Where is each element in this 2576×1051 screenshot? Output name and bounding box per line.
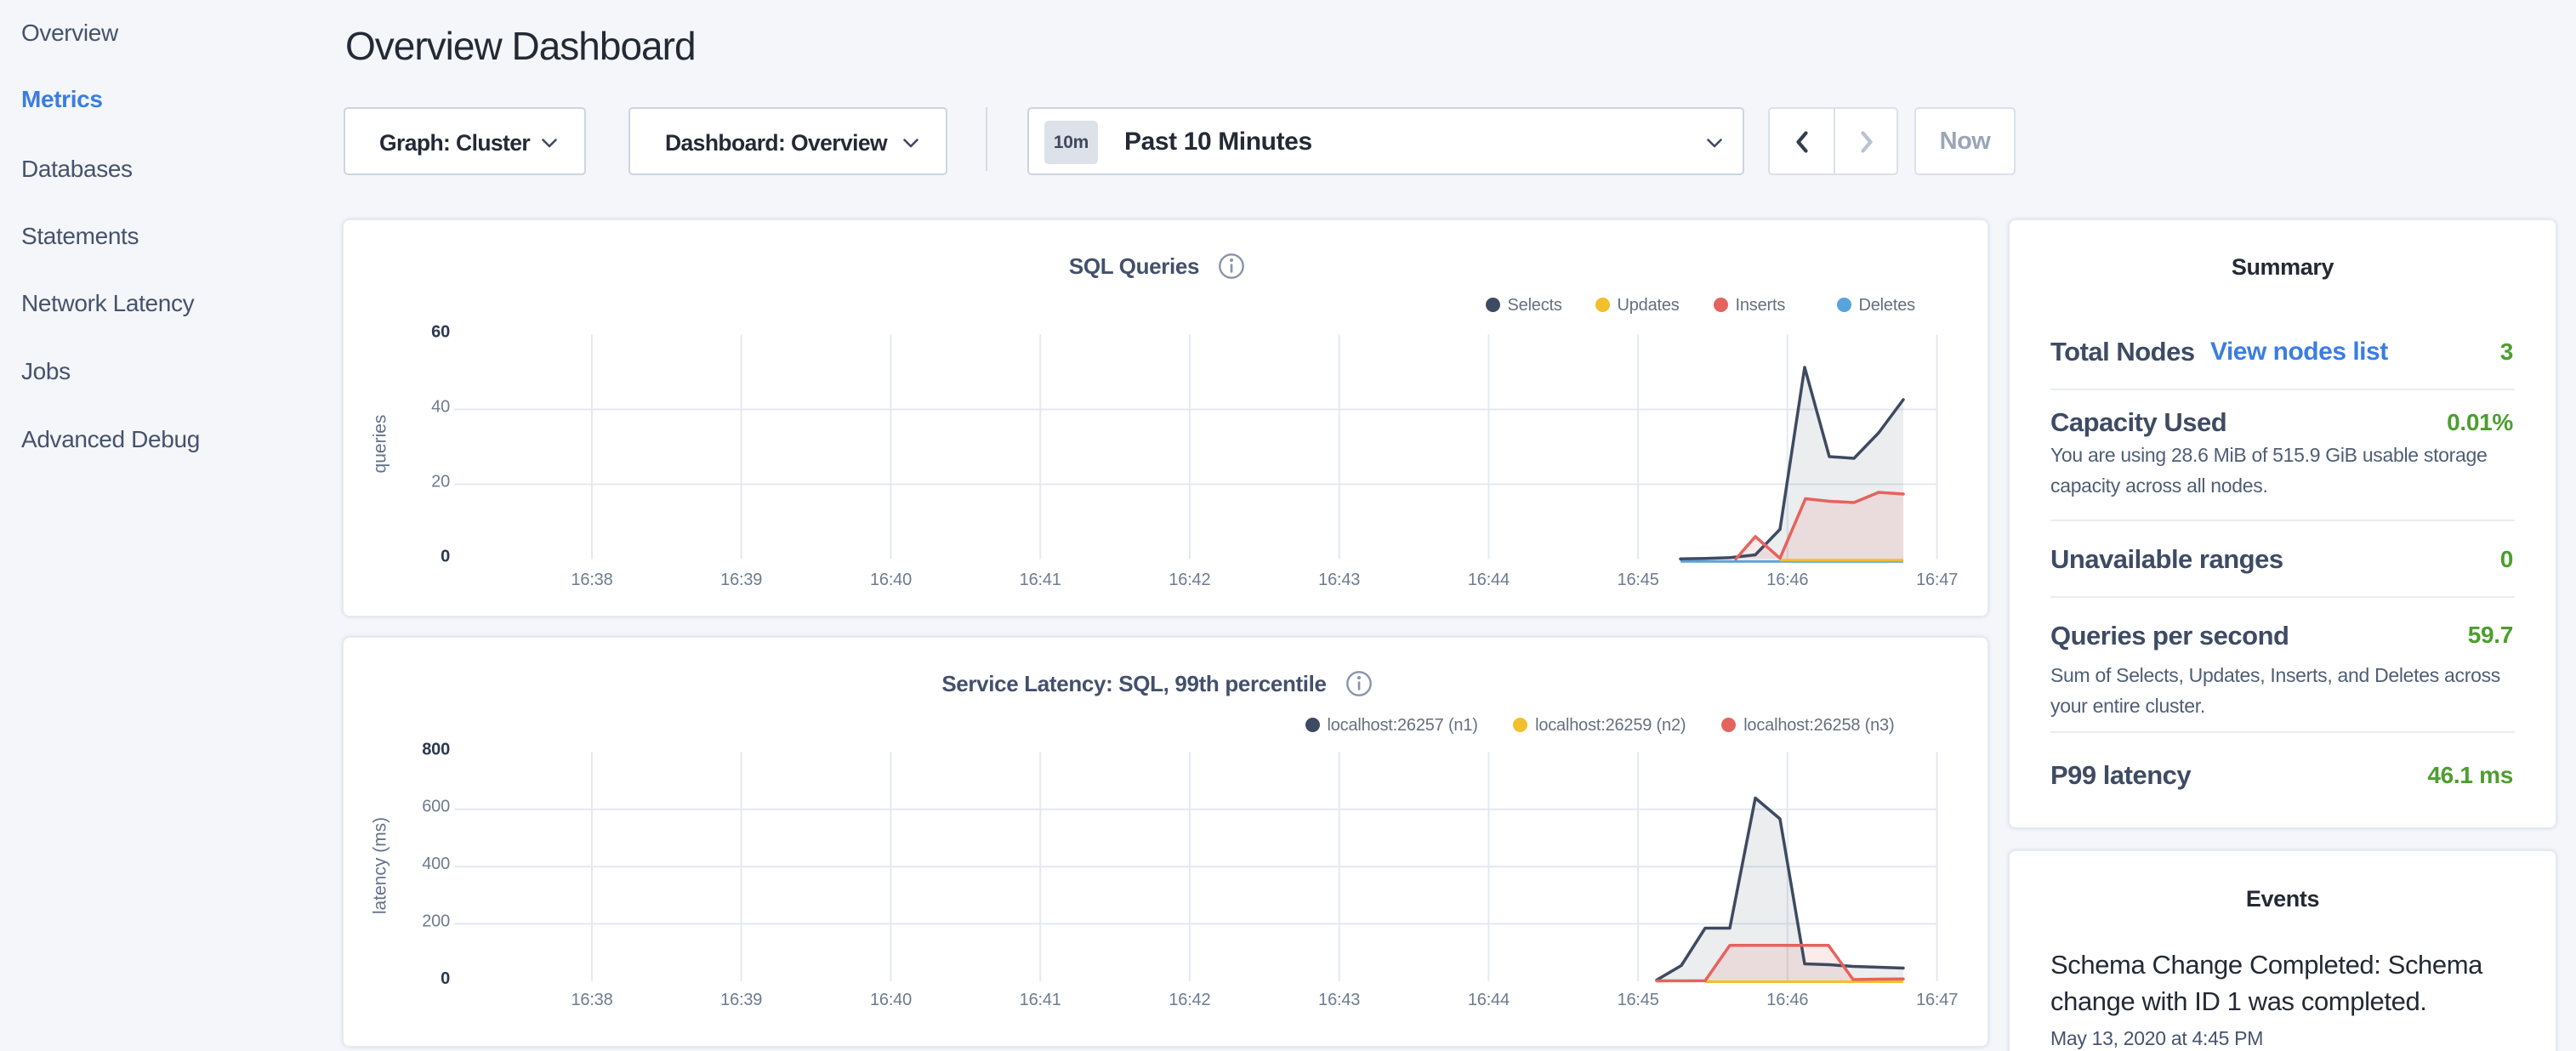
svg-text:60: 60: [431, 323, 450, 342]
svg-text:16:41: 16:41: [1020, 991, 1061, 1009]
svg-text:16:40: 16:40: [870, 991, 912, 1009]
svg-text:16:43: 16:43: [1318, 991, 1360, 1009]
svg-text:0: 0: [441, 548, 450, 566]
svg-text:16:47: 16:47: [1916, 991, 1958, 1009]
svg-text:16:42: 16:42: [1169, 991, 1210, 1009]
svg-text:16:39: 16:39: [720, 991, 762, 1009]
svg-text:16:38: 16:38: [571, 571, 612, 589]
svg-text:16:44: 16:44: [1468, 571, 1510, 589]
svg-text:16:41: 16:41: [1020, 571, 1061, 589]
svg-text:16:47: 16:47: [1916, 571, 1958, 589]
svg-text:0: 0: [441, 969, 450, 988]
svg-text:16:46: 16:46: [1766, 991, 1808, 1009]
svg-text:16:39: 16:39: [720, 571, 762, 589]
svg-text:200: 200: [422, 912, 450, 930]
svg-text:16:43: 16:43: [1318, 571, 1360, 589]
svg-text:600: 600: [422, 798, 450, 816]
svg-text:latency (ms): latency (ms): [371, 817, 390, 914]
svg-text:16:45: 16:45: [1618, 571, 1659, 589]
svg-text:queries: queries: [371, 415, 390, 474]
svg-text:20: 20: [431, 473, 450, 491]
svg-text:40: 40: [431, 398, 450, 417]
svg-text:16:45: 16:45: [1618, 991, 1659, 1009]
svg-text:16:44: 16:44: [1468, 991, 1510, 1009]
svg-text:16:46: 16:46: [1766, 571, 1808, 589]
svg-text:800: 800: [422, 740, 450, 758]
svg-text:16:42: 16:42: [1169, 571, 1210, 589]
svg-text:400: 400: [422, 855, 450, 873]
svg-text:16:38: 16:38: [571, 991, 612, 1009]
svg-text:16:40: 16:40: [870, 571, 912, 589]
